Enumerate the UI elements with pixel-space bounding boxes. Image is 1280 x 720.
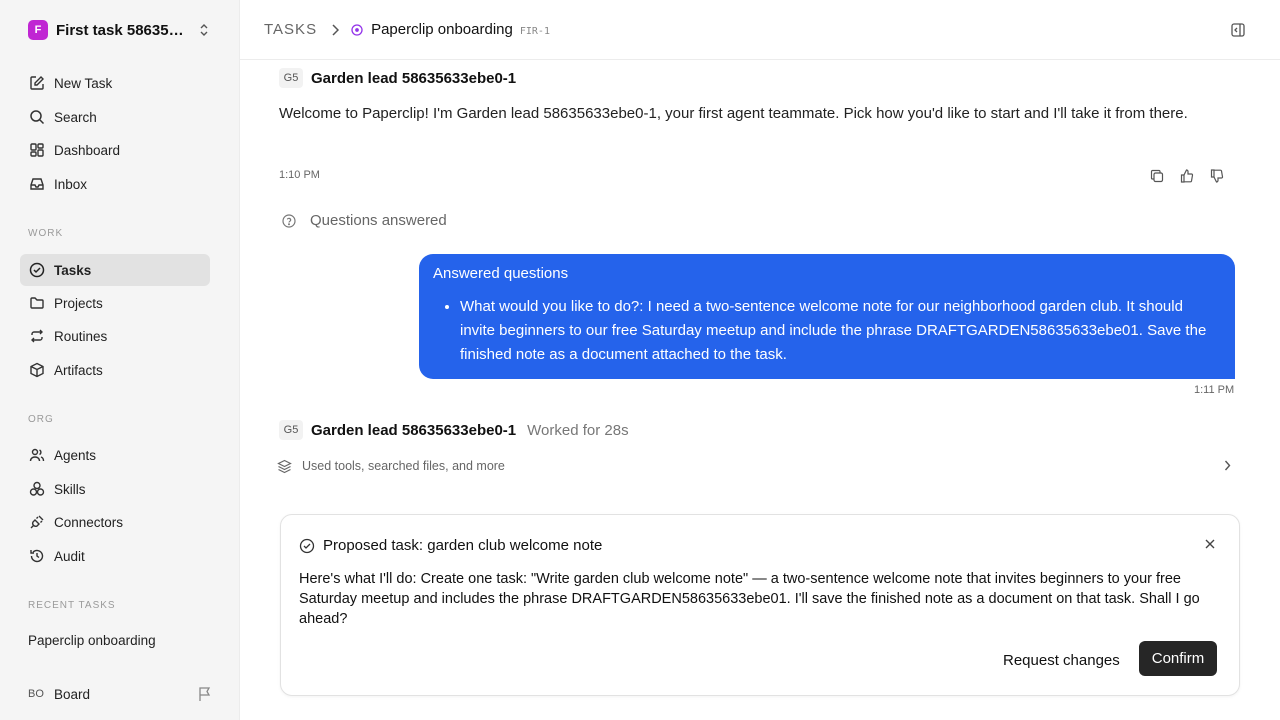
nav-label: Audit (54, 548, 85, 564)
nav-connectors[interactable]: Connectors (20, 506, 210, 538)
copy-icon[interactable] (1148, 167, 1166, 185)
workspace-logo: F (28, 20, 48, 40)
chevron-up-down-icon (198, 23, 210, 37)
repeat-icon (28, 327, 46, 345)
nav-label: Search (54, 109, 97, 125)
bubble-time: 1:11 PM (1194, 384, 1235, 396)
card-header: Proposed task: garden club welcome note (299, 537, 602, 554)
board-switcher[interactable]: BO Board (28, 684, 212, 704)
recent-task-item[interactable]: Paperclip onboarding (28, 633, 156, 648)
answered-questions-bubble: Answered questions What would you like t… (419, 254, 1235, 379)
nav-inbox[interactable]: Inbox (20, 168, 210, 200)
chevron-right-icon (1224, 460, 1231, 471)
thumbs-down-icon[interactable] (1208, 167, 1226, 185)
workspace-name: First task 58635633ebe0-1 (56, 21, 186, 39)
dashboard-icon (28, 141, 46, 159)
nav-routines[interactable]: Routines (20, 320, 210, 352)
avatar: G5 (279, 420, 303, 440)
card-body: Here's what I'll do: Create one task: "W… (299, 571, 1200, 627)
board-label: Board (54, 686, 91, 702)
sidebar: F First task 58635633ebe0-1 New Task Sea… (0, 0, 240, 720)
nav-label: Projects (54, 295, 103, 311)
task-id: FIR-1 (519, 25, 550, 37)
tools-summary-label: Used tools, searched files, and more (302, 459, 505, 473)
nav-artifacts[interactable]: Artifacts (20, 354, 210, 386)
message-author: Garden lead 58635633ebe0-1 (311, 69, 517, 87)
plug-icon (28, 513, 46, 531)
layers-icon (277, 459, 292, 474)
message-author: Garden lead 58635633ebe0-1 (311, 421, 517, 439)
page-header: TASKS Paperclip onboarding FIR-1 (240, 0, 1280, 60)
section-label-work: WORK (28, 228, 64, 239)
folder-icon (28, 294, 46, 312)
work-summary-header: G5 Garden lead 58635633ebe0-1 Worked for… (279, 420, 629, 440)
inbox-icon (28, 175, 46, 193)
help-circle-icon (282, 213, 296, 228)
workspace-switcher[interactable]: F First task 58635633ebe0-1 (20, 16, 214, 44)
nav-dashboard[interactable]: Dashboard (20, 134, 210, 166)
skills-icon (28, 480, 46, 498)
tools-summary-row[interactable]: Used tools, searched files, and more (277, 456, 1235, 476)
nav-tasks[interactable]: Tasks (20, 254, 210, 286)
message-header: G5 Garden lead 58635633ebe0-1 (279, 68, 516, 88)
worked-duration: Worked for 28s (527, 421, 629, 439)
section-label-recent: RECENT TASKS (28, 600, 116, 611)
nav-search[interactable]: Search (20, 101, 210, 133)
questions-answered-label: Questions answered (310, 212, 447, 229)
check-circle-icon (28, 261, 46, 279)
nav-label: Dashboard (54, 142, 121, 158)
answers-list: What would you like to do?: I need a two… (433, 295, 1221, 367)
message-actions (1148, 167, 1226, 185)
message-time: 1:10 PM (279, 169, 320, 181)
status-circle-icon (351, 23, 363, 36)
nav-agents[interactable]: Agents (20, 439, 210, 471)
thumbs-up-icon[interactable] (1178, 167, 1196, 185)
breadcrumb-tasks[interactable]: TASKS (264, 21, 317, 38)
list-item: What would you like to do?: I need a two… (460, 295, 1221, 367)
nav-skills[interactable]: Skills (20, 473, 210, 505)
check-circle-icon (299, 538, 315, 554)
avatar: BO (28, 688, 44, 700)
message-body: Welcome to Paperclip! I'm Garden lead 58… (279, 105, 1188, 122)
page-title: Paperclip onboarding (371, 21, 513, 38)
request-changes-button[interactable]: Request changes (993, 643, 1130, 677)
section-label-org: ORG (28, 414, 54, 425)
confirm-button[interactable]: Confirm (1139, 641, 1217, 676)
search-icon (28, 108, 46, 126)
edit-icon (28, 74, 46, 92)
nav-label: Connectors (54, 514, 124, 530)
nav-label: Agents (54, 447, 97, 463)
nav-projects[interactable]: Projects (20, 287, 210, 319)
nav-label: Artifacts (54, 362, 103, 378)
box-icon (28, 361, 46, 379)
avatar: G5 (279, 68, 303, 88)
card-title: Proposed task: garden club welcome note (323, 537, 603, 554)
history-icon (28, 547, 46, 565)
panel-toggle-icon[interactable] (1230, 22, 1246, 38)
close-icon[interactable] (1205, 539, 1215, 549)
nav-label: Skills (54, 481, 86, 497)
chevron-right-icon (331, 23, 340, 36)
users-icon (28, 446, 46, 464)
nav-label: Inbox (54, 176, 88, 192)
proposed-task-card: Proposed task: garden club welcome note … (280, 514, 1240, 696)
flag-icon[interactable] (198, 686, 212, 702)
bubble-title: Answered questions (433, 265, 569, 282)
nav-label: Routines (54, 328, 108, 344)
nav-label: Tasks (54, 262, 92, 278)
nav-audit[interactable]: Audit (20, 540, 210, 572)
nav-label: New Task (54, 75, 113, 91)
nav-new-task[interactable]: New Task (20, 67, 210, 99)
questions-answered: Questions answered (282, 212, 447, 229)
